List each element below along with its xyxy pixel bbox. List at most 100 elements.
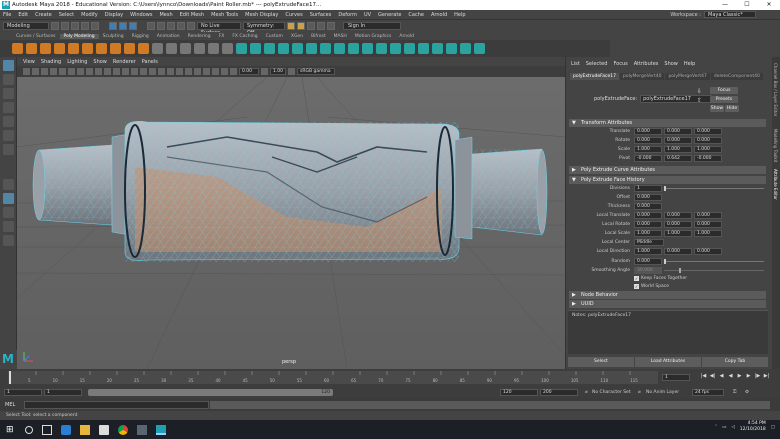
viewport-menu-lighting[interactable]: Lighting [67,59,87,65]
tab-polymergevert47[interactable]: polyMergeVert47 [665,73,710,80]
menu-mesh[interactable]: Mesh [159,12,172,18]
color-space-dropdown[interactable]: sRGB gamma [297,68,335,75]
target-weld-icon[interactable] [334,43,345,54]
insert-edge-loop-icon[interactable] [376,43,387,54]
textured-icon[interactable] [140,68,147,75]
edge-browser-icon[interactable] [61,424,71,435]
store-icon[interactable] [99,424,109,435]
local-rotate-z-field[interactable]: 0.000 [694,221,722,228]
svg-icon[interactable] [138,43,149,54]
scale-x-field[interactable]: 1.000 [634,146,662,153]
translate-z-field[interactable]: 0.000 [694,128,722,135]
uv-editor-icon[interactable] [460,43,471,54]
anim-prefs-icon[interactable]: ⚙ [745,389,749,396]
poly-disc-icon[interactable] [96,43,107,54]
bookmark-icon[interactable] [41,68,48,75]
local-direction-y-field[interactable]: 0.000 [664,248,692,255]
connect-icon[interactable] [362,43,373,54]
xray-components-icon[interactable] [221,68,228,75]
viewport-menu-renderer[interactable]: Renderer [113,59,136,65]
spherical-mapping-icon[interactable] [446,43,457,54]
field-chart-icon[interactable] [95,68,102,75]
quad-draw-icon[interactable] [348,43,359,54]
shelf-tab-motion-graphics[interactable]: Motion Graphics [351,34,396,39]
smoothing-angle-field[interactable]: 30.000 [634,267,662,274]
viewport-menu-panels[interactable]: Panels [142,59,158,65]
shelf-tab-bifrost[interactable]: Bifrost [307,34,330,39]
hypershade-layout-icon[interactable] [3,235,14,246]
explorer-window-icon[interactable] [137,424,147,435]
lasso-tool-icon[interactable] [3,74,14,85]
menu-cache[interactable]: Cache [408,12,424,18]
bridge-icon[interactable] [250,43,261,54]
symmetry-dropdown[interactable]: Symmetry: Off [243,22,285,36]
section-face-history[interactable]: ▼ Poly Extrude Face History [569,176,766,184]
single-view-layout-icon[interactable] [3,179,14,190]
redo-icon[interactable] [91,22,99,30]
poly-cone-icon[interactable] [54,43,65,54]
poly-cylinder-icon[interactable] [40,43,51,54]
local-direction-z-field[interactable]: 0.000 [694,248,722,255]
smoothing-slider-handle[interactable] [679,268,681,273]
shadows-icon[interactable] [158,68,165,75]
pivot-x-field[interactable]: -0.000 [634,155,662,162]
snap-curve-icon[interactable] [157,22,165,30]
playback-start-field[interactable]: 1 [44,389,82,396]
file-explorer-icon[interactable] [80,424,90,435]
maximize-button[interactable]: ☐ [736,0,758,10]
render-icon[interactable] [287,22,295,30]
viewport-menu-shading[interactable]: Shading [41,59,61,65]
random-slider-track[interactable] [664,261,764,262]
network-icon[interactable]: ▭ [722,425,726,430]
scale-z-field[interactable]: 1.000 [694,146,722,153]
ae-menu-list[interactable]: List [571,61,580,67]
show-button[interactable]: Show [710,105,724,112]
outliner-layout-icon[interactable] [3,207,14,218]
local-translate-x-field[interactable]: 0.000 [634,212,662,219]
maya-taskbar-icon[interactable] [156,424,166,435]
extrude-icon[interactable] [236,43,247,54]
snap-view-icon[interactable] [177,22,185,30]
combine-icon[interactable] [152,43,163,54]
chrome-icon[interactable] [118,424,128,435]
play-backwards-button[interactable]: ◀ [727,372,734,380]
ipr-render-icon[interactable] [297,22,305,30]
fill-hole-icon[interactable] [278,43,289,54]
mirror-icon[interactable] [208,43,219,54]
viewport-menu-view[interactable]: View [23,59,35,65]
reduce-icon[interactable] [222,43,233,54]
tab-polyextrudeface17[interactable]: polyExtrudeFace17 [570,73,620,80]
ae-menu-help[interactable]: Help [684,61,695,67]
menu-curves[interactable]: Curves [285,12,302,18]
menu-surfaces[interactable]: Surfaces [310,12,332,18]
shelf-tab-curves-surfaces[interactable]: Curves / Surfaces [12,34,60,39]
clock[interactable]: 4:54 PM 12/10/2018 [740,421,766,433]
divisions-slider-handle[interactable] [664,186,666,191]
local-rotate-x-field[interactable]: 0.000 [634,221,662,228]
local-translate-y-field[interactable]: 0.000 [664,212,692,219]
section-transform-attributes[interactable]: ▼ Transform Attributes [569,119,766,127]
menu-mesh-display[interactable]: Mesh Display [245,12,278,18]
menu-modify[interactable]: Modify [81,12,98,18]
menu-edit-mesh[interactable]: Edit Mesh [180,12,204,18]
render-view-icon[interactable] [327,22,335,30]
playback-end-field[interactable]: 120 [500,389,538,396]
shelf-tab-xgen[interactable]: XGen [287,34,307,39]
undo-icon[interactable] [81,22,89,30]
camera-attributes-icon[interactable] [32,68,39,75]
step-forward-frame-button[interactable]: ▶ [745,372,752,380]
offset-edge-loop-icon[interactable] [390,43,401,54]
step-forward-key-button[interactable]: |▶ [754,372,761,380]
fps-dropdown[interactable]: 24 fps [692,389,724,396]
select-camera-icon[interactable] [23,68,30,75]
poly-sphere-icon[interactable] [12,43,23,54]
gate-mask-icon[interactable] [86,68,93,75]
focus-button[interactable]: Focus [710,87,738,94]
time-slider[interactable]: 5 10 15 20 25 30 35 40 45 50 55 60 65 70… [0,369,780,387]
keep-faces-together-checkbox[interactable]: ✓ Keep Faces Together [634,276,687,281]
hide-button[interactable]: Hide [725,105,739,112]
anim-layer-dropdown[interactable]: No Anim Layer [646,389,679,396]
menu-edit[interactable]: Edit [18,12,28,18]
automatic-mapping-icon[interactable] [418,43,429,54]
local-translate-z-field[interactable]: 0.000 [694,212,722,219]
